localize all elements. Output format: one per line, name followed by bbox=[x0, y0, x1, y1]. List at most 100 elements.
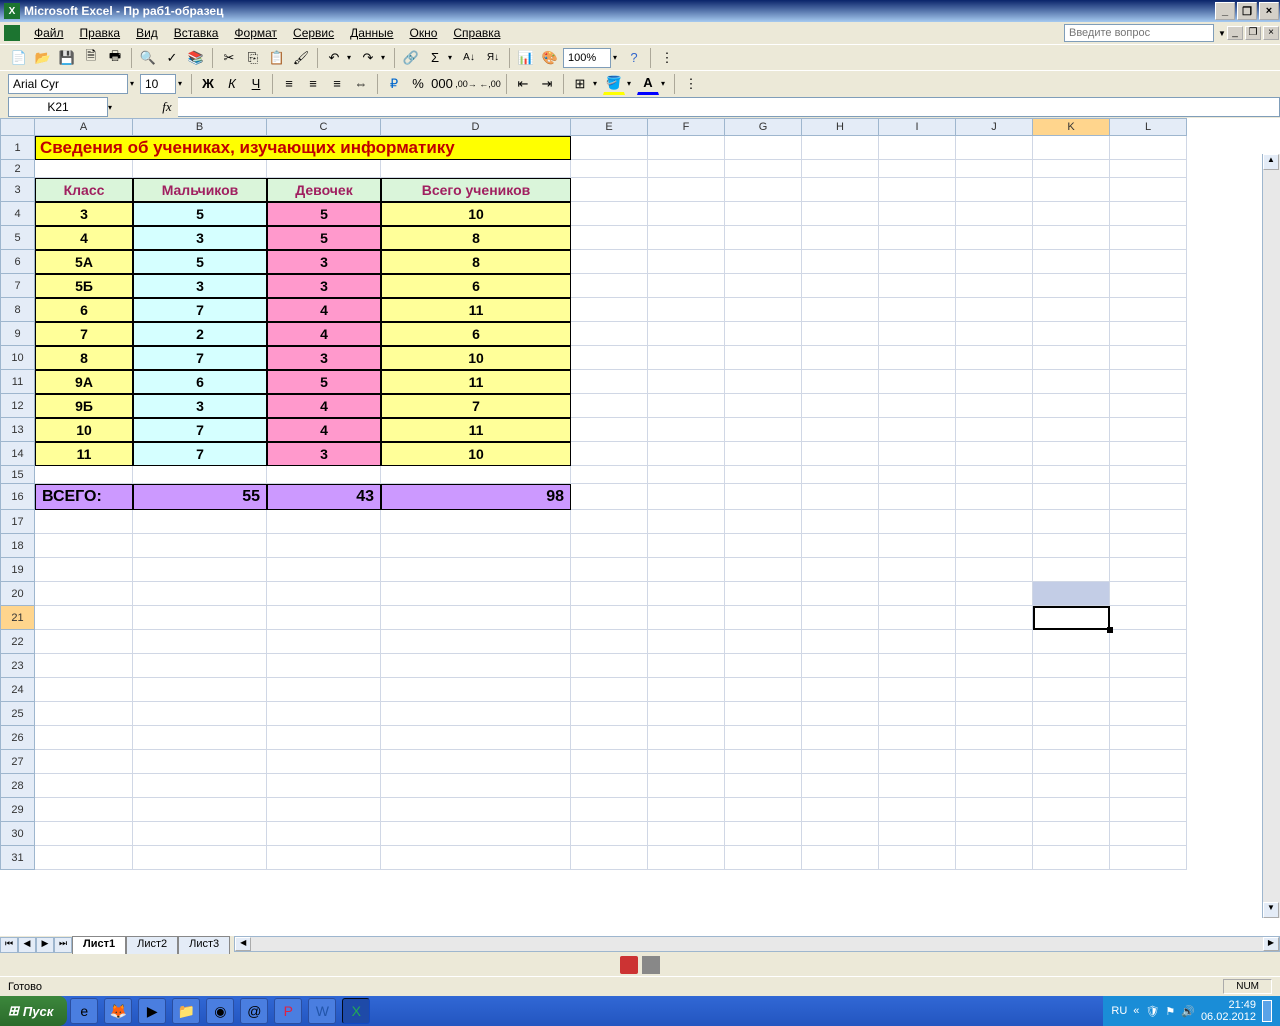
cell[interactable] bbox=[35, 466, 133, 484]
row-header[interactable]: 2 bbox=[0, 160, 35, 178]
cell[interactable] bbox=[879, 160, 956, 178]
decrease-decimal-button[interactable]: ←,00 bbox=[479, 73, 501, 95]
cell[interactable] bbox=[1033, 654, 1110, 678]
tray-shield-icon[interactable]: 🛡 bbox=[1145, 1005, 1159, 1018]
task-media-icon[interactable]: ▶ bbox=[138, 998, 166, 1024]
cell[interactable] bbox=[1033, 630, 1110, 654]
cell[interactable] bbox=[725, 606, 802, 630]
vertical-scrollbar[interactable]: ▲ ▼ bbox=[1262, 154, 1280, 918]
cell[interactable] bbox=[802, 606, 879, 630]
cell[interactable] bbox=[879, 178, 956, 202]
copy-button[interactable]: ⎘ bbox=[242, 47, 264, 69]
cell[interactable] bbox=[879, 250, 956, 274]
cell[interactable] bbox=[725, 250, 802, 274]
cell[interactable] bbox=[879, 298, 956, 322]
cell[interactable] bbox=[956, 654, 1033, 678]
cell[interactable] bbox=[802, 226, 879, 250]
open-button[interactable]: 📂 bbox=[32, 47, 54, 69]
cell[interactable] bbox=[1033, 726, 1110, 750]
col-header-E[interactable]: E bbox=[571, 118, 648, 136]
font-size-input[interactable] bbox=[140, 74, 176, 94]
cell[interactable] bbox=[879, 136, 956, 160]
row-header[interactable]: 23 bbox=[0, 654, 35, 678]
cell[interactable] bbox=[1110, 630, 1187, 654]
cell[interactable] bbox=[879, 798, 956, 822]
cell[interactable] bbox=[648, 346, 725, 370]
cell[interactable] bbox=[802, 274, 879, 298]
cell[interactable] bbox=[1110, 750, 1187, 774]
cell[interactable] bbox=[956, 726, 1033, 750]
cell[interactable] bbox=[1033, 678, 1110, 702]
save-button[interactable]: 💾 bbox=[56, 47, 78, 69]
toolbar-options-button-2[interactable]: ⋮ bbox=[680, 73, 702, 95]
cell[interactable] bbox=[956, 322, 1033, 346]
cell[interactable] bbox=[571, 136, 648, 160]
cell[interactable] bbox=[956, 274, 1033, 298]
help-search-input[interactable] bbox=[1064, 24, 1214, 42]
save-as-button[interactable]: 🗎 bbox=[80, 47, 102, 69]
cell[interactable] bbox=[956, 750, 1033, 774]
col-header-B[interactable]: B bbox=[133, 118, 267, 136]
cell[interactable] bbox=[802, 298, 879, 322]
spellcheck-button[interactable]: ✓ bbox=[161, 47, 183, 69]
cell[interactable] bbox=[725, 178, 802, 202]
tray-volume-icon[interactable]: 🔊 bbox=[1181, 1005, 1195, 1018]
cell[interactable] bbox=[879, 774, 956, 798]
font-dropdown-icon[interactable]: ▾ bbox=[130, 79, 138, 88]
cell[interactable] bbox=[879, 846, 956, 870]
font-color-button[interactable]: A bbox=[637, 73, 659, 95]
cell[interactable] bbox=[1033, 466, 1110, 484]
cell-boys[interactable]: 7 bbox=[133, 418, 267, 442]
print-button[interactable]: 🖶 bbox=[104, 47, 126, 69]
size-dropdown-icon[interactable]: ▾ bbox=[178, 79, 186, 88]
task-ie-icon[interactable]: e bbox=[70, 998, 98, 1024]
row-header[interactable]: 20 bbox=[0, 582, 35, 606]
cell-girls[interactable]: 4 bbox=[267, 394, 381, 418]
col-header-H[interactable]: H bbox=[802, 118, 879, 136]
cell[interactable] bbox=[571, 630, 648, 654]
row-header[interactable]: 28 bbox=[0, 774, 35, 798]
cell[interactable] bbox=[879, 822, 956, 846]
cell[interactable] bbox=[648, 178, 725, 202]
cell[interactable] bbox=[381, 582, 571, 606]
cell[interactable] bbox=[1033, 298, 1110, 322]
help-dropdown-icon[interactable]: ▼ bbox=[1218, 29, 1226, 38]
align-left-button[interactable]: ≡ bbox=[278, 73, 300, 95]
cell[interactable] bbox=[879, 582, 956, 606]
scroll-down-button[interactable]: ▼ bbox=[1263, 902, 1279, 918]
cell[interactable] bbox=[725, 370, 802, 394]
cell[interactable] bbox=[879, 370, 956, 394]
cell[interactable] bbox=[648, 160, 725, 178]
cell[interactable] bbox=[879, 654, 956, 678]
font-name-input[interactable] bbox=[8, 74, 128, 94]
cell[interactable] bbox=[1033, 370, 1110, 394]
tray-clock[interactable]: 21:49 06.02.2012 bbox=[1201, 999, 1256, 1023]
cell[interactable] bbox=[35, 774, 133, 798]
cell[interactable] bbox=[1110, 250, 1187, 274]
cell[interactable] bbox=[1110, 654, 1187, 678]
increase-indent-button[interactable]: ⇥ bbox=[536, 73, 558, 95]
row-header[interactable]: 24 bbox=[0, 678, 35, 702]
undo-button[interactable]: ↶ bbox=[323, 47, 345, 69]
cell[interactable] bbox=[956, 774, 1033, 798]
cell[interactable] bbox=[267, 822, 381, 846]
cell[interactable] bbox=[381, 726, 571, 750]
cell-total[interactable]: 10 bbox=[381, 442, 571, 466]
row-header[interactable]: 15 bbox=[0, 466, 35, 484]
cell[interactable] bbox=[35, 558, 133, 582]
cell[interactable] bbox=[802, 822, 879, 846]
tray-show-desktop-icon[interactable] bbox=[1262, 1000, 1272, 1022]
cell[interactable] bbox=[571, 202, 648, 226]
cell[interactable] bbox=[381, 846, 571, 870]
cell-klass[interactable]: 8 bbox=[35, 346, 133, 370]
cell-boys[interactable]: 7 bbox=[133, 442, 267, 466]
cell[interactable] bbox=[35, 534, 133, 558]
cell[interactable] bbox=[571, 702, 648, 726]
task-word-icon[interactable]: W bbox=[308, 998, 336, 1024]
cell[interactable] bbox=[381, 750, 571, 774]
cell-girls[interactable]: 4 bbox=[267, 418, 381, 442]
cell[interactable] bbox=[725, 630, 802, 654]
cell[interactable] bbox=[648, 558, 725, 582]
percent-button[interactable]: % bbox=[407, 73, 429, 95]
cell[interactable] bbox=[35, 798, 133, 822]
